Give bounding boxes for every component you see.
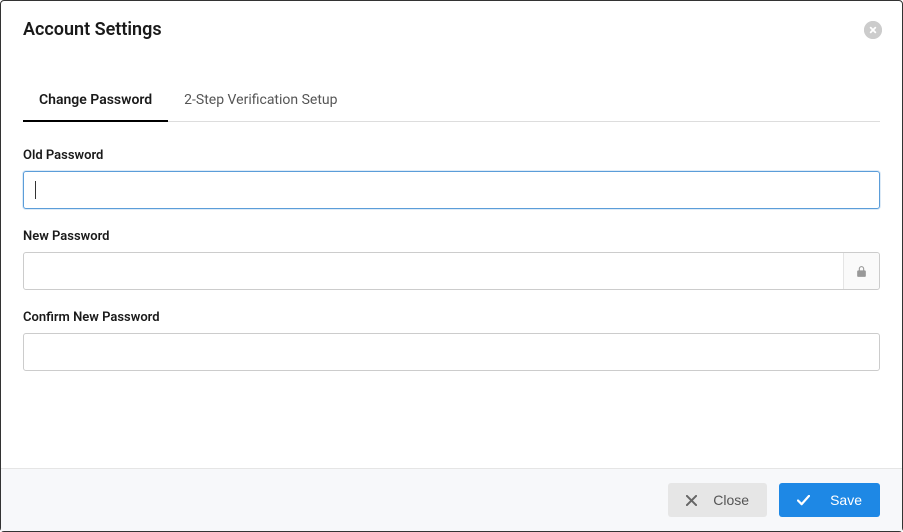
save-button-label: Save (830, 492, 862, 508)
close-icon[interactable] (864, 21, 882, 39)
modal-header: Account Settings (1, 1, 902, 50)
confirm-password-wrap (23, 333, 880, 371)
old-password-group: Old Password (23, 148, 880, 209)
new-password-wrap (23, 252, 880, 290)
confirm-password-label: Confirm New Password (23, 310, 880, 325)
old-password-input[interactable] (23, 171, 880, 209)
tabs: Change Password 2-Step Verification Setu… (23, 80, 880, 122)
modal-title: Account Settings (23, 19, 880, 40)
tab-2step-verification[interactable]: 2-Step Verification Setup (168, 80, 353, 122)
old-password-wrap (23, 171, 880, 209)
account-settings-modal: Account Settings Change Password 2-Step … (0, 0, 903, 532)
modal-body: Change Password 2-Step Verification Setu… (1, 50, 902, 468)
confirm-password-group: Confirm New Password (23, 310, 880, 371)
close-button[interactable]: Close (668, 483, 767, 517)
modal-footer: Close Save (1, 468, 902, 531)
new-password-group: New Password (23, 229, 880, 290)
check-icon (797, 495, 810, 506)
new-password-label: New Password (23, 229, 880, 244)
text-cursor (35, 181, 36, 199)
old-password-label: Old Password (23, 148, 880, 163)
tab-change-password[interactable]: Change Password (23, 80, 168, 122)
close-button-label: Close (713, 492, 749, 508)
x-icon (686, 495, 697, 506)
lock-icon (843, 253, 879, 289)
save-button[interactable]: Save (779, 483, 880, 517)
new-password-input[interactable] (23, 252, 880, 290)
confirm-password-input[interactable] (23, 333, 880, 371)
